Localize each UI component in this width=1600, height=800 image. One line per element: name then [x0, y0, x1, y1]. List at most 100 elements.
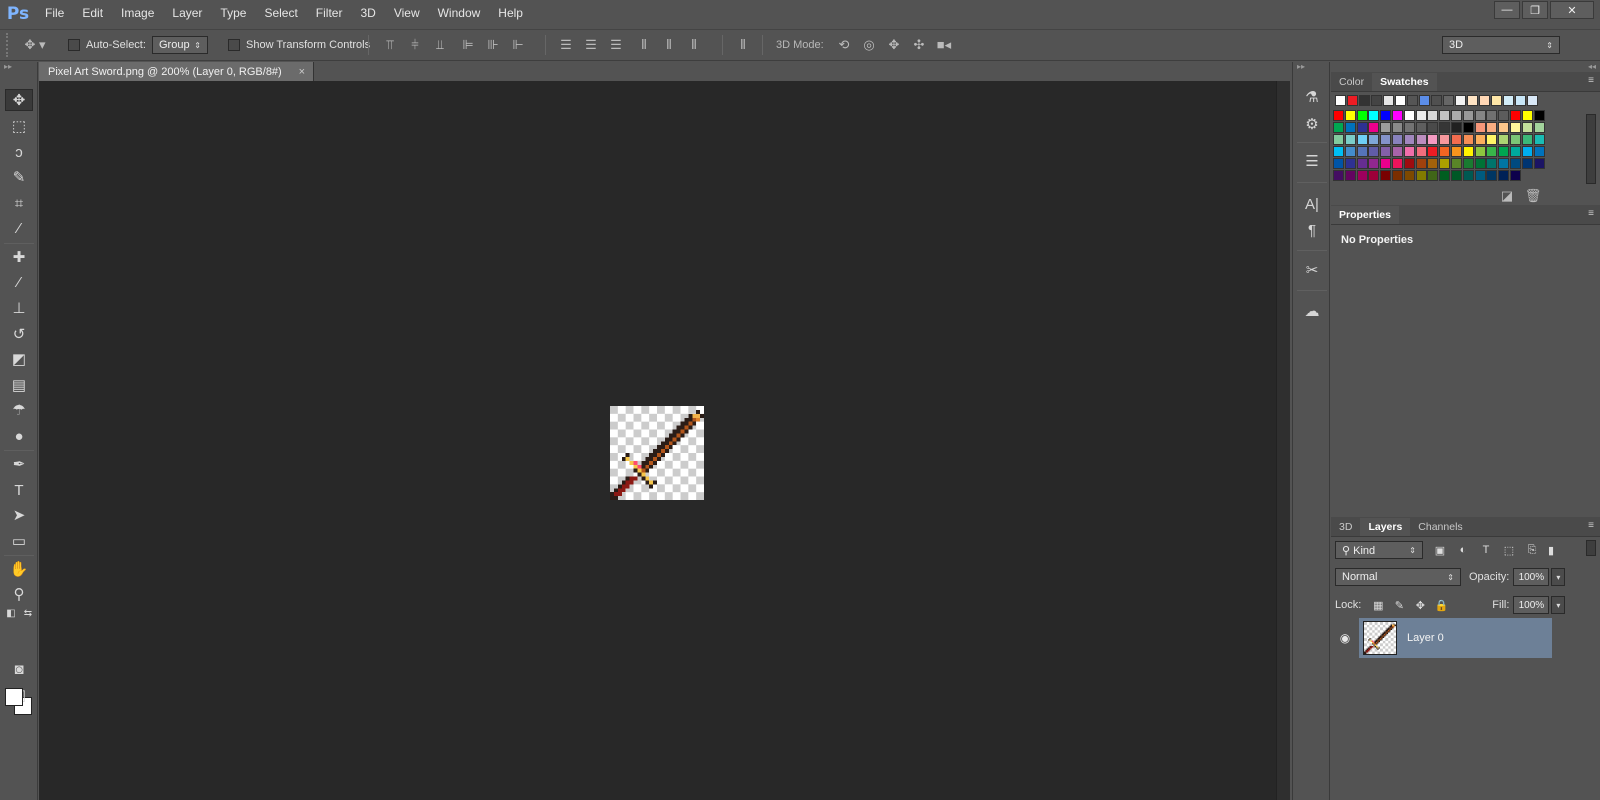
dodge-tool-icon[interactable]: ●	[5, 425, 33, 447]
swatch[interactable]	[1455, 95, 1466, 106]
fill-dropdown-icon[interactable]: ▾	[1551, 596, 1566, 614]
swatch[interactable]	[1415, 134, 1427, 145]
close-tab-icon[interactable]: ×	[291, 66, 313, 78]
gradient-tool-icon[interactable]: ▤	[5, 374, 33, 396]
swatch[interactable]	[1356, 122, 1368, 133]
swatch[interactable]	[1391, 158, 1403, 169]
swatch[interactable]	[1486, 134, 1498, 145]
swatch[interactable]	[1503, 95, 1514, 106]
path-selection-tool-icon[interactable]: ➤	[5, 504, 33, 526]
tool-presets-panel-icon[interactable]: ✂	[1300, 259, 1324, 281]
swatch[interactable]	[1344, 122, 1356, 133]
lock-all-icon[interactable]: 🔒	[1432, 596, 1450, 614]
swatch[interactable]	[1467, 95, 1478, 106]
fill-input[interactable]: 100%	[1513, 596, 1550, 614]
tab-channels[interactable]: Channels	[1410, 518, 1470, 536]
rectangle-tool-icon[interactable]: ▭	[5, 530, 33, 552]
swatch[interactable]	[1462, 134, 1474, 145]
new-swatch-icon[interactable]: ◪	[1497, 186, 1517, 206]
slide-3d-icon[interactable]: ✣	[909, 35, 929, 55]
swatch[interactable]	[1415, 122, 1427, 133]
swatch[interactable]	[1407, 95, 1418, 106]
swatch[interactable]	[1498, 122, 1510, 133]
swatch[interactable]	[1439, 122, 1451, 133]
tab-color[interactable]: Color	[1331, 73, 1372, 91]
swatch[interactable]	[1450, 110, 1462, 121]
swatch[interactable]	[1439, 134, 1451, 145]
swatch[interactable]	[1391, 110, 1403, 121]
menu-select[interactable]: Select	[255, 0, 306, 27]
eyedropper-tool-icon[interactable]: ⁄	[5, 217, 33, 239]
panel-menu-icon[interactable]: ≡	[1588, 208, 1594, 219]
swatch[interactable]	[1391, 146, 1403, 157]
swap-colors-icon[interactable]: ⇆	[21, 606, 35, 620]
swatch[interactable]	[1515, 95, 1526, 106]
swatches-scrollbar[interactable]	[1586, 114, 1596, 184]
swatch[interactable]	[1474, 122, 1486, 133]
filter-toggle-icon[interactable]: ▮	[1547, 541, 1555, 559]
menu-type[interactable]: Type	[211, 0, 255, 27]
canvas-vertical-scrollbar[interactable]	[1276, 81, 1290, 800]
swatch[interactable]	[1509, 110, 1521, 121]
adjustments-panel-icon[interactable]: ⚙	[1300, 113, 1324, 135]
swatch[interactable]	[1521, 110, 1533, 121]
auto-select-checkbox[interactable]	[68, 39, 80, 51]
layer-comps-panel-icon[interactable]: ☰	[1300, 150, 1324, 172]
swatch[interactable]	[1486, 110, 1498, 121]
default-colors-icon[interactable]: ◧	[4, 606, 18, 620]
swatch[interactable]	[1403, 170, 1415, 181]
foreground-color-swatch[interactable]	[5, 688, 23, 706]
auto-align-icon[interactable]: ⦀	[733, 35, 753, 55]
swatch[interactable]	[1380, 158, 1392, 169]
quick-mask-icon[interactable]: ◙	[5, 658, 33, 680]
align-vcenter-icon[interactable]: ⫩	[405, 35, 425, 55]
swatch[interactable]	[1333, 110, 1344, 121]
swatch[interactable]	[1403, 146, 1415, 157]
swatch[interactable]	[1486, 122, 1498, 133]
menu-3d[interactable]: 3D	[351, 0, 384, 27]
swatch[interactable]	[1391, 134, 1403, 145]
swatch[interactable]	[1509, 134, 1521, 145]
filter-adjustment-icon[interactable]: ◐	[1454, 541, 1472, 559]
align-left-icon[interactable]: ⊫	[458, 35, 478, 55]
swatch[interactable]	[1450, 170, 1462, 181]
swatch[interactable]	[1368, 170, 1380, 181]
swatch[interactable]	[1439, 158, 1451, 169]
tab-3d[interactable]: 3D	[1331, 518, 1360, 536]
swatch[interactable]	[1415, 146, 1427, 157]
swatch[interactable]	[1443, 95, 1454, 106]
collapse-panel-icon[interactable]: ▸▸	[0, 62, 37, 72]
swatch[interactable]	[1474, 158, 1486, 169]
swatch[interactable]	[1333, 134, 1344, 145]
layer-filter-dropdown[interactable]: ⚲ Kind ⇕	[1335, 541, 1423, 559]
auto-select-dropdown[interactable]: Group ⇕	[152, 36, 208, 54]
swatch[interactable]	[1356, 110, 1368, 121]
filter-pixel-icon[interactable]: ▣	[1431, 541, 1449, 559]
swatch[interactable]	[1333, 146, 1344, 157]
swatch[interactable]	[1344, 158, 1356, 169]
swatch[interactable]	[1439, 146, 1451, 157]
swatch[interactable]	[1333, 158, 1344, 169]
move-tool-icon[interactable]: ✥	[5, 89, 33, 111]
swatch[interactable]	[1344, 110, 1356, 121]
swatch[interactable]	[1368, 122, 1380, 133]
filter-shape-icon[interactable]: ⬚	[1500, 541, 1518, 559]
distribute-vcenter-icon[interactable]: ☰	[581, 35, 601, 55]
swatch[interactable]	[1333, 170, 1344, 181]
blur-tool-icon[interactable]: ☂	[5, 399, 33, 421]
swatch[interactable]	[1509, 158, 1521, 169]
swatch[interactable]	[1380, 170, 1392, 181]
history-brush-tool-icon[interactable]: ↺	[5, 323, 33, 345]
eraser-tool-icon[interactable]: ◩	[5, 348, 33, 370]
swatch[interactable]	[1533, 158, 1545, 169]
swatch[interactable]	[1486, 146, 1498, 157]
swatch[interactable]	[1403, 122, 1415, 133]
align-hcenter-icon[interactable]: ⊪	[483, 35, 503, 55]
swatch[interactable]	[1371, 95, 1382, 106]
swatch[interactable]	[1380, 134, 1392, 145]
swatch[interactable]	[1521, 158, 1533, 169]
swatch[interactable]	[1391, 122, 1403, 133]
swatch[interactable]	[1462, 110, 1474, 121]
swatch[interactable]	[1403, 110, 1415, 121]
swatch[interactable]	[1498, 146, 1510, 157]
